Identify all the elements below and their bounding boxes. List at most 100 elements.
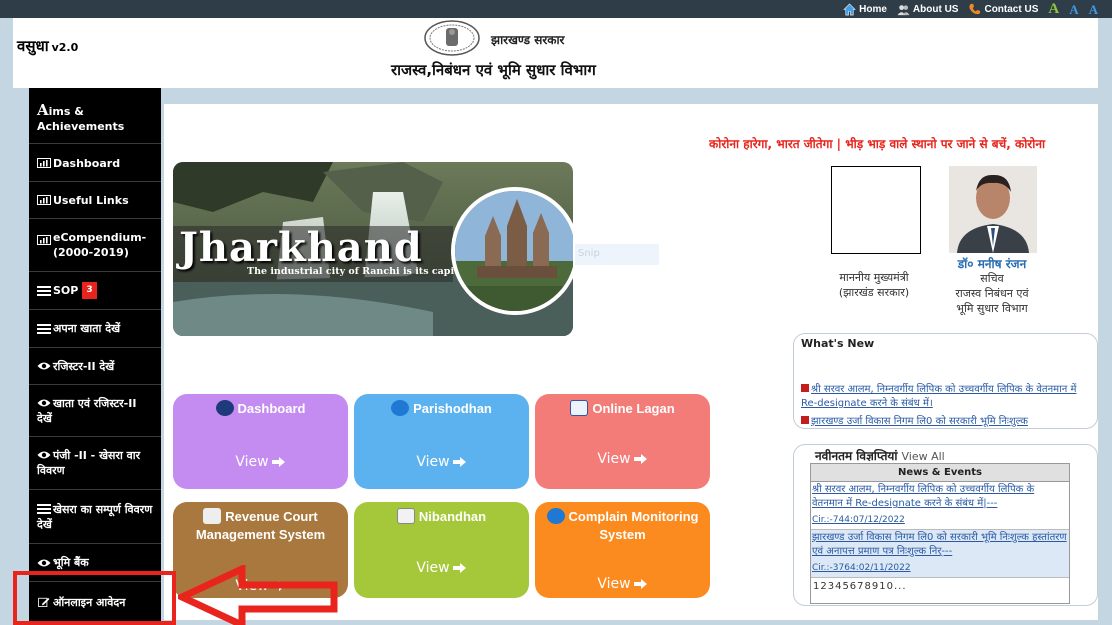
letter-a-icon: A	[37, 101, 49, 119]
sidebar-item-register-2[interactable]: रजिस्टर-II देखें	[29, 348, 161, 385]
tile-title: Online Lagan	[535, 400, 710, 418]
home-link-label: Home	[859, 4, 887, 15]
top-links: Home About US Contact US A A A	[843, 1, 1098, 18]
secretary-department-line2: भूमि सुधार विभाग	[956, 302, 1028, 315]
notices-panel: नवीनतम विज्ञप्तियां View All News & Event…	[793, 444, 1098, 606]
highlight-box	[13, 571, 176, 625]
sidebar-item-label: Useful Links	[53, 193, 129, 207]
sidebar-item-label: अपना खाता देखें	[53, 322, 121, 335]
whats-new-item[interactable]: झारखण्ड उर्जा विकास निगम लि0 को सरकारी भ…	[801, 415, 1091, 428]
top-bar: Home About US Contact US A A A	[0, 0, 1112, 18]
table-header: News & Events	[811, 464, 1069, 482]
tile-online-lagan[interactable]: Online Lagan View	[535, 394, 710, 489]
whats-new-title: What's New	[801, 337, 875, 350]
font-normal-button[interactable]: A	[1069, 2, 1078, 18]
home-link[interactable]: Home	[843, 3, 887, 16]
whats-new-panel: What's New श्री सरवर आलम, निम्नवर्गीय लि…	[793, 333, 1098, 429]
sidebar-item-useful-links[interactable]: Useful Links	[29, 182, 161, 219]
about-link[interactable]: About US	[897, 3, 959, 16]
table-row: श्री सरवर आलम, निम्नवर्गीय लिपिक को उच्च…	[811, 482, 1069, 530]
app-version: v2.0	[51, 41, 79, 54]
about-link-label: About US	[912, 4, 959, 15]
sidebar-item-apna-khata[interactable]: अपना खाता देखें	[29, 310, 161, 348]
list-icon	[37, 323, 51, 334]
chart-icon	[37, 158, 51, 168]
secretary-designation: सचिव	[980, 272, 1004, 285]
secretary-photo	[949, 166, 1037, 253]
notice-link[interactable]: श्री सरवर आलम, निम्नवर्गीय लिपिक को उच्च…	[812, 483, 1068, 511]
tile-dashboard[interactable]: Dashboard View	[173, 394, 348, 489]
font-increase-button[interactable]: A	[1048, 1, 1059, 18]
sidebar-item-label: रजिस्टर-II देखें	[53, 359, 115, 373]
sidebar-item-label: पंजी -II - खेसरा वार विवरण	[37, 449, 141, 477]
dashboard-icon	[215, 400, 234, 416]
cm-title: माननीय मुख्यमंत्री	[839, 271, 909, 284]
snip-overlay: Snip	[575, 244, 659, 265]
tile-parishodhan[interactable]: Parishodhan View	[354, 394, 529, 489]
contact-link[interactable]: Contact US	[968, 3, 1038, 16]
tile-title: Revenue Court Management System	[195, 508, 326, 542]
pagination[interactable]: 12345678910...	[811, 578, 1069, 595]
eye-icon	[37, 399, 51, 406]
tile-view-link[interactable]: View	[535, 451, 710, 467]
eye-icon	[37, 362, 51, 370]
font-decrease-button[interactable]: A	[1089, 2, 1098, 18]
sidebar-item-dashboard[interactable]: Dashboard	[29, 145, 161, 182]
gavel-icon	[203, 508, 222, 524]
arrow-left-icon	[178, 565, 338, 625]
list-icon	[37, 285, 51, 296]
sidebar-item-aims[interactable]: Aims & Achievements	[29, 94, 161, 144]
app-logo[interactable]: वसुधा v2.0	[17, 36, 78, 56]
sidebar: Aims & Achievements Dashboard Useful Lin…	[29, 88, 161, 625]
chief-minister-photo	[831, 166, 921, 254]
users-icon	[897, 5, 910, 16]
phone-icon	[969, 3, 981, 15]
chart-icon	[37, 235, 51, 245]
department-name: राजस्व,निबंधन एवं भूमि सुधार विभाग	[391, 61, 596, 79]
tile-nibandhan[interactable]: Nibandhan View	[354, 502, 529, 598]
temple-icon	[455, 191, 573, 311]
notice-ref[interactable]: Cir.:-3764:02/11/2022	[812, 561, 1068, 575]
eye-icon	[37, 559, 51, 566]
whats-new-item[interactable]: श्री सरवर आलम, निम्नवर्गीय लिपिक को उच्च…	[801, 383, 1091, 411]
sidebar-item-panji-khesra[interactable]: पंजी -II - खेसरा वार विवरण	[29, 437, 161, 490]
sidebar-item-label: Aims & Achievements	[37, 101, 125, 134]
sidebar-item-label: खाता एवं रजिस्टर-II देखें	[37, 396, 137, 425]
sidebar-item-label: eCompendium-(2000-2019)	[53, 231, 147, 259]
bullet-icon	[801, 416, 809, 424]
sidebar-item-ecompendium[interactable]: eCompendium-(2000-2019)	[29, 219, 161, 272]
notices-title: नवीनतम विज्ञप्तियां View All	[815, 449, 945, 463]
temple-image	[451, 187, 573, 315]
sidebar-item-khesra-details[interactable]: खेसरा का सम्पूर्ण विवरण देखें	[29, 490, 161, 544]
secretary-name: डॉ० मनीष रंजन	[957, 257, 1027, 271]
arrow-right-icon	[633, 579, 647, 589]
eye-icon	[37, 451, 51, 459]
site-header: वसुधा v2.0 झारखण्ड सरकार राजस्व,निबंधन एव…	[13, 18, 1098, 88]
tile-view-link[interactable]: View	[535, 576, 710, 592]
corona-marquee: कोरोना हारेगा, भारत जीतेगा | भीड़ भाड़ व…	[709, 137, 1046, 151]
cm-subtitle: (झारखंड सरकार)	[838, 286, 910, 299]
chart-icon	[37, 195, 51, 205]
sidebar-item-sop[interactable]: SOP 3	[29, 272, 161, 310]
sidebar-item-label: भूमि बैंक	[53, 556, 89, 569]
notice-link[interactable]: झारखण्ड उर्जा विकास निगम लि0 को सरकारी भ…	[812, 531, 1068, 559]
arrow-right-icon	[452, 457, 466, 467]
view-all-link[interactable]: View All	[901, 450, 944, 463]
tile-title: Complain Monitoring System	[535, 508, 710, 544]
arrow-right-icon	[452, 563, 466, 573]
sidebar-item-label: Dashboard	[53, 156, 121, 170]
sidebar-item-khata-register[interactable]: खाता एवं रजिस्टर-II देखें	[29, 385, 161, 437]
tile-complain-monitoring[interactable]: Complain Monitoring System View	[535, 502, 710, 598]
arrow-right-icon	[633, 454, 647, 464]
tile-title: Nibandhan	[354, 508, 529, 526]
sidebar-item-label: SOP	[53, 284, 79, 297]
notice-ref[interactable]: Cir.:-744:07/12/2022	[812, 513, 1068, 527]
tile-view-link[interactable]: View	[354, 454, 529, 470]
tile-view-link[interactable]: View	[354, 560, 529, 576]
contact-link-label: Contact US	[984, 4, 1039, 15]
book-icon	[396, 508, 415, 524]
tile-view-link[interactable]: View	[173, 454, 348, 470]
sop-count-badge: 3	[82, 282, 97, 299]
state-emblem-icon	[424, 20, 480, 56]
jharkhand-banner: Jharkhand The industrial city of Ranchi …	[173, 162, 573, 336]
